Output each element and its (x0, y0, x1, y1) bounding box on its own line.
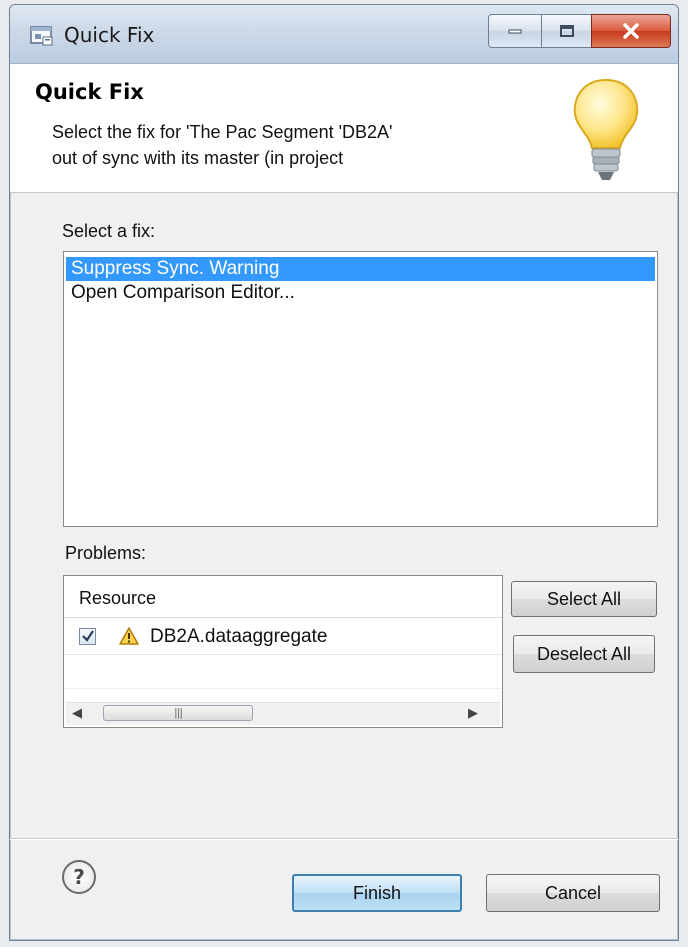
maximize-button[interactable] (541, 14, 592, 48)
header-title: Quick Fix (35, 80, 144, 104)
resource-column-header[interactable]: Resource (64, 576, 502, 618)
checkmark-icon (82, 630, 94, 642)
close-icon (623, 23, 639, 39)
window-title: Quick Fix (64, 23, 155, 47)
quick-fix-dialog: Quick Fix Quick Fix Select the fix for '… (9, 4, 679, 941)
resource-name: DB2A.dataaggregate (150, 626, 328, 647)
help-icon[interactable]: ? (62, 860, 96, 894)
deselect-all-button[interactable]: Deselect All (513, 635, 655, 673)
resource-checkbox[interactable] (79, 628, 96, 645)
select-fix-label: Select a fix: (62, 221, 156, 241)
fix-item-suppress-sync-warning[interactable]: Suppress Sync. Warning (66, 257, 655, 281)
title-bar[interactable]: Quick Fix (10, 5, 678, 64)
problems-label: Problems: (65, 543, 147, 563)
dialog-header: Quick Fix Select the fix for 'The Pac Se… (10, 64, 678, 193)
footer-divider (10, 838, 678, 839)
warning-icon (119, 627, 139, 645)
header-description: Select the fix for 'The Pac Segment 'DB2… (52, 122, 393, 168)
empty-row (64, 655, 502, 689)
close-button[interactable] (591, 14, 671, 48)
scroll-right-icon[interactable]: ▶ (468, 706, 478, 721)
maximize-icon (559, 25, 574, 37)
scroll-left-icon[interactable]: ◀ (72, 706, 82, 721)
select-all-button[interactable]: Select All (511, 581, 657, 617)
grip-icon: ||| (174, 706, 183, 719)
lightbulb-icon (573, 78, 639, 180)
quick-fix-app-icon (30, 26, 53, 46)
fix-list[interactable]: Suppress Sync. Warning Open Comparison E… (63, 251, 658, 527)
horizontal-scrollbar[interactable]: ◀ ||| ▶ (66, 702, 500, 725)
minimize-button[interactable] (488, 14, 542, 48)
finish-button[interactable]: Finish (292, 874, 462, 912)
cancel-button[interactable]: Cancel (486, 874, 660, 912)
table-row[interactable]: DB2A.dataaggregate (64, 621, 502, 655)
fix-item-open-comparison-editor[interactable]: Open Comparison Editor... (66, 281, 655, 305)
problems-table[interactable]: Resource DB2A.dataaggregate ◀ ||| ▶ (63, 575, 503, 728)
resource-column-label: Resource (79, 588, 157, 608)
minimize-icon (508, 29, 522, 34)
scrollbar-thumb[interactable]: ||| (103, 705, 253, 721)
